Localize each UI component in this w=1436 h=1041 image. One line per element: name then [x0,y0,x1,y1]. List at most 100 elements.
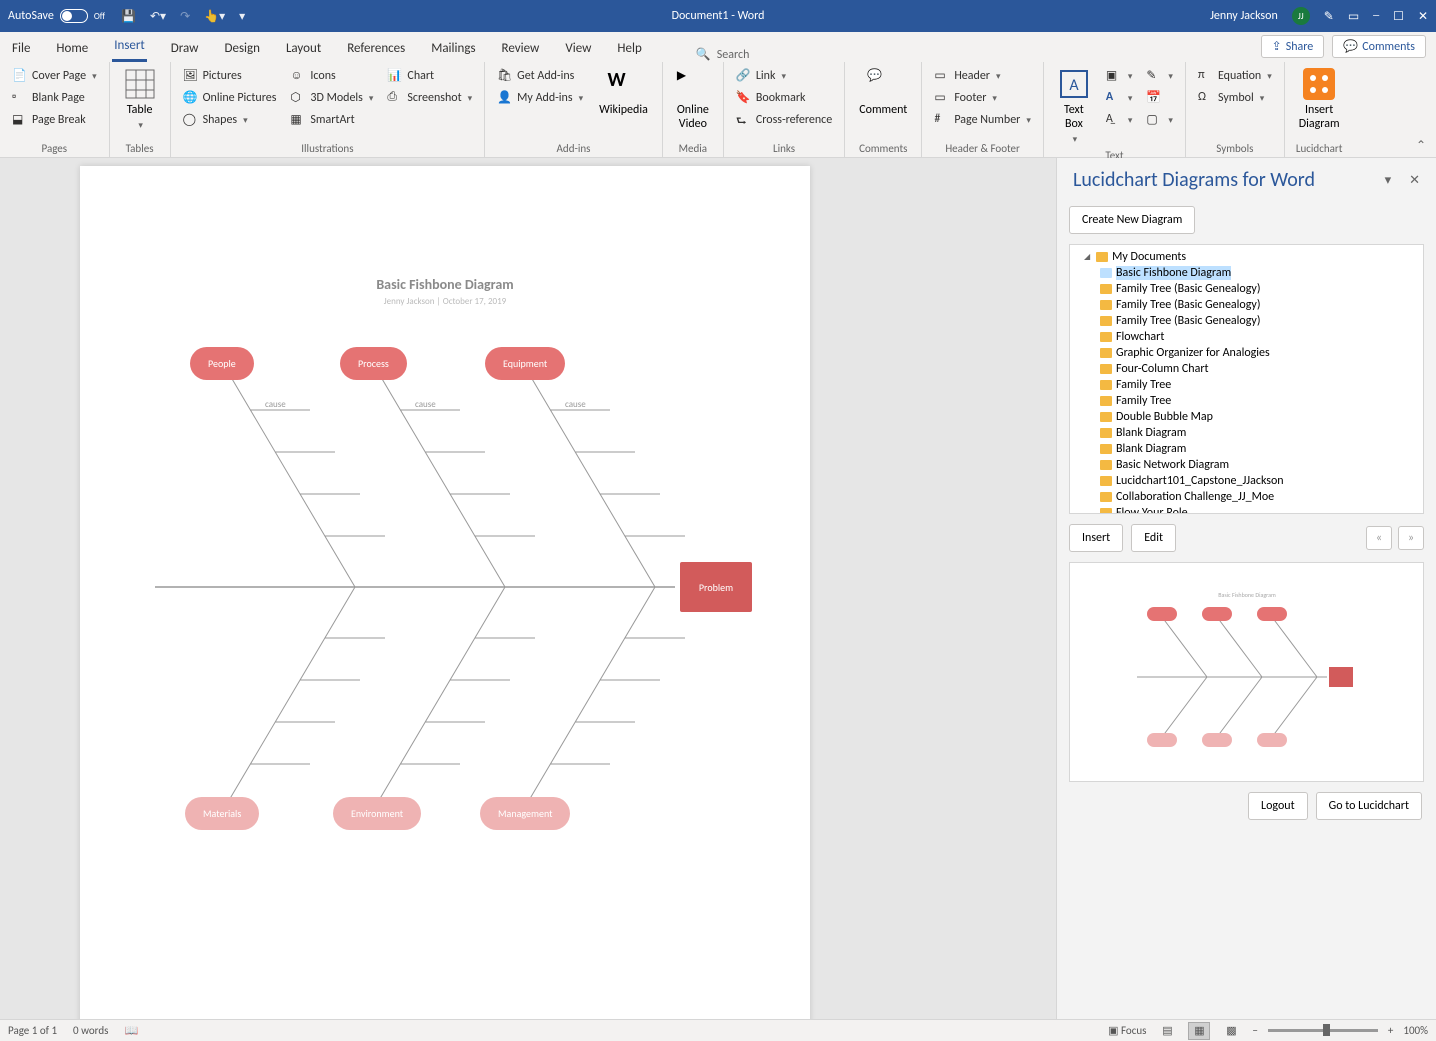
pictures-button[interactable]: 🖼Pictures [179,66,281,86]
tree-item[interactable]: Flowchart [1070,329,1423,345]
tab-review[interactable]: Review [500,35,542,62]
shapes-button[interactable]: ◯Shapes▾ [179,110,281,130]
tab-layout[interactable]: Layout [284,35,323,62]
user-avatar[interactable]: JJ [1292,7,1310,25]
cross-reference-button[interactable]: ⮑Cross-reference [732,110,836,130]
read-mode-icon[interactable]: ▤ [1156,1022,1178,1040]
zoom-level[interactable]: 100% [1403,1024,1428,1037]
coming-soon-icon[interactable]: ✎ [1324,9,1334,24]
insert-diagram-button[interactable]: Insert Diagram [1293,66,1346,133]
3d-models-button[interactable]: ⬡3D Models▾ [286,88,377,108]
tree-item[interactable]: Basic Fishbone Diagram [1070,265,1423,281]
minimize-icon[interactable]: ─ [1373,9,1379,23]
tab-home[interactable]: Home [54,35,90,62]
maximize-icon[interactable]: ☐ [1393,9,1404,24]
pane-options-icon[interactable]: ▾ [1385,173,1392,188]
get-addins-button[interactable]: 🛍Get Add-ins [493,66,587,86]
tab-mailings[interactable]: Mailings [429,35,477,62]
edit-button[interactable]: Edit [1131,524,1176,552]
create-new-diagram-button[interactable]: Create New Diagram [1069,206,1195,234]
chart-button[interactable]: 📊Chart [383,66,476,86]
smartart-button[interactable]: ▦SmartArt [286,110,377,130]
zoom-slider[interactable] [1268,1029,1378,1032]
tree-item[interactable]: Family Tree [1070,393,1423,409]
touch-icon[interactable]: 👆▾ [204,9,225,24]
redo-icon[interactable]: ↷ [180,9,190,24]
text-box-button[interactable]: A Text Box▾ [1052,66,1096,147]
user-name[interactable]: Jenny Jackson [1210,9,1278,23]
tree-item[interactable]: Graphic Organizer for Analogies [1070,345,1423,361]
tab-view[interactable]: View [563,35,593,62]
tree-item[interactable]: Family Tree (Basic Genealogy) [1070,281,1423,297]
tree-item[interactable]: Blank Diagram [1070,425,1423,441]
tree-item[interactable]: Four-Column Chart [1070,361,1423,377]
spellcheck-icon[interactable]: 📖 [124,1024,138,1037]
tree-item[interactable]: Double Bubble Map [1070,409,1423,425]
tree-folder-root[interactable]: My Documents [1070,249,1423,265]
symbol-button[interactable]: ΩSymbol▾ [1194,88,1276,108]
next-page-button[interactable]: » [1398,526,1424,550]
zoom-out-button[interactable]: − [1252,1024,1257,1037]
screenshot-button[interactable]: ⎙Screenshot▾ [383,88,476,108]
tab-draw[interactable]: Draw [169,35,201,62]
collapse-ribbon-icon[interactable]: ⌃ [1416,138,1426,153]
quick-parts-button[interactable]: ▣▾ [1102,66,1137,86]
tree-item[interactable]: Blank Diagram [1070,441,1423,457]
tree-item[interactable]: Flow Your Role [1070,505,1423,514]
autosave-toggle[interactable]: AutoSave Off [8,9,105,23]
drop-cap-button[interactable]: A̲▾ [1102,110,1137,130]
tab-help[interactable]: Help [615,35,643,62]
pane-close-icon[interactable]: ✕ [1409,173,1420,188]
blank-page-button[interactable]: ▫Blank Page [8,88,101,108]
tab-references[interactable]: References [345,35,407,62]
page-break-button[interactable]: ⬓Page Break [8,110,101,130]
tab-design[interactable]: Design [222,35,261,62]
prev-page-button[interactable]: « [1366,526,1392,550]
zoom-in-button[interactable]: + [1388,1024,1393,1037]
tree-item[interactable]: Basic Network Diagram [1070,457,1423,473]
goto-lucidchart-button[interactable]: Go to Lucidchart [1316,792,1422,820]
signature-button[interactable]: ✎▾ [1142,66,1177,86]
document-area[interactable]: Basic Fishbone Diagram Jenny Jackson | O… [0,158,1056,1019]
qat-customize-icon[interactable]: ▾ [239,9,245,24]
online-video-button[interactable]: ▶ Online Video [671,66,715,133]
undo-icon[interactable]: ↶▾ [150,9,166,24]
print-layout-icon[interactable]: ▦ [1188,1022,1210,1040]
comment-button[interactable]: 💬 Comment [853,66,913,119]
share-button[interactable]: ⇪Share [1261,35,1325,58]
comments-button[interactable]: 💬Comments [1332,35,1426,58]
cover-page-button[interactable]: 📄Cover Page▾ [8,66,101,86]
object-button[interactable]: ▢▾ [1142,110,1177,130]
equation-button[interactable]: πEquation▾ [1194,66,1276,86]
wordart-button[interactable]: A▾ [1102,88,1137,108]
tree-item[interactable]: Family Tree (Basic Genealogy) [1070,313,1423,329]
web-layout-icon[interactable]: ▩ [1220,1022,1242,1040]
page-number-button[interactable]: #Page Number▾ [930,110,1035,130]
status-page[interactable]: Page 1 of 1 [8,1024,57,1037]
logout-button[interactable]: Logout [1248,792,1308,820]
bookmark-button[interactable]: 🔖Bookmark [732,88,836,108]
ribbon-display-icon[interactable]: ▭ [1348,9,1359,24]
insert-button[interactable]: Insert [1069,524,1123,552]
tab-insert[interactable]: Insert [112,32,147,62]
wikipedia-button[interactable]: W Wikipedia [593,66,654,119]
tree-item[interactable]: Collaboration Challenge_JJ_Moe [1070,489,1423,505]
link-button[interactable]: 🔗Link▾ [732,66,836,86]
document-tree[interactable]: My Documents Basic Fishbone DiagramFamil… [1069,244,1424,514]
status-words[interactable]: 0 words [73,1024,108,1037]
close-icon[interactable]: ✕ [1418,9,1428,24]
search-box[interactable]: 🔍 Search [696,47,750,62]
my-addins-button[interactable]: 👤My Add-ins▾ [493,88,587,108]
table-button[interactable]: Table▾ [118,66,162,133]
online-pictures-button[interactable]: 🌐Online Pictures [179,88,281,108]
date-time-button[interactable]: 📅 [1142,88,1177,108]
footer-button[interactable]: ▭Footer▾ [930,88,1035,108]
header-button[interactable]: ▭Header▾ [930,66,1035,86]
save-icon[interactable]: 💾 [121,9,136,24]
tab-file[interactable]: File [10,35,32,62]
focus-mode-button[interactable]: ▣ Focus [1108,1024,1146,1037]
tree-item[interactable]: Lucidchart101_Capstone_JJackson [1070,473,1423,489]
tree-item[interactable]: Family Tree (Basic Genealogy) [1070,297,1423,313]
icons-button[interactable]: ☺Icons [286,66,377,86]
tree-item[interactable]: Family Tree [1070,377,1423,393]
